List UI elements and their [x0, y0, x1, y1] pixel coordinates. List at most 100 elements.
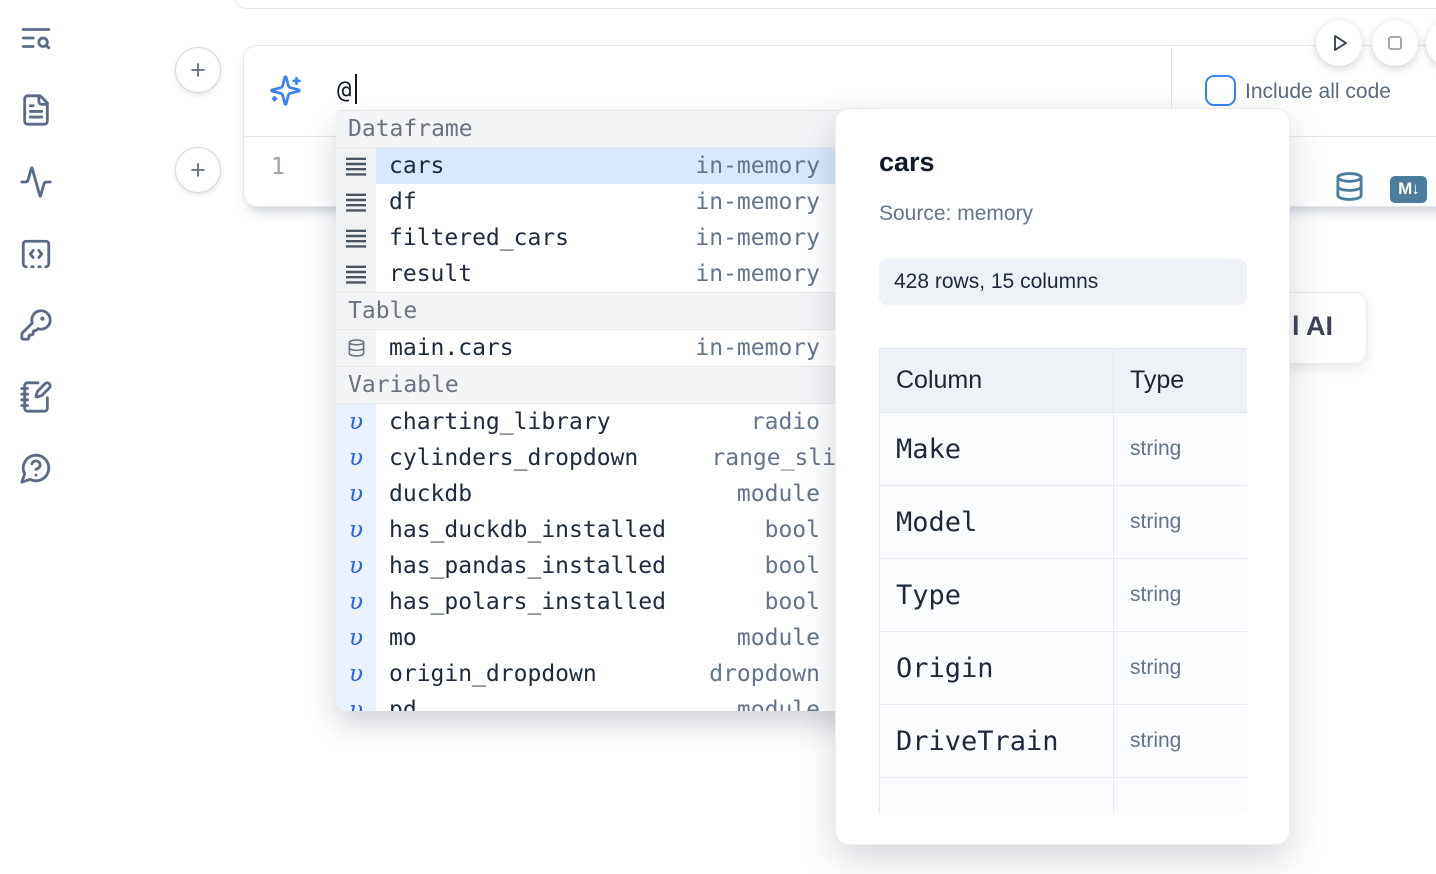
autocomplete-item-mo[interactable]: υ momodule: [336, 620, 860, 656]
autocomplete-item-has_duckdb_installed[interactable]: υ has_duckdb_installedbool: [336, 512, 860, 548]
variable-icon: υ: [336, 692, 376, 711]
autocomplete-item-cylinders_dropdown[interactable]: υcylinders_dropdownrange_sli: [336, 440, 860, 476]
schema-row: Modelstring: [880, 486, 1248, 559]
schema-header: Column: [880, 349, 1114, 413]
include-all-code-checkbox[interactable]: [1205, 75, 1236, 106]
autocomplete-item-cars[interactable]: carsin-memory: [336, 148, 860, 184]
autocomplete-item-content: filtered_carsin-memory: [376, 220, 860, 256]
ai-button-label: l AI: [1292, 311, 1333, 342]
rows-icon: [336, 148, 376, 184]
variable-icon: υ: [349, 409, 363, 435]
variable-icon: υ: [336, 440, 376, 476]
variable-icon: υ: [336, 656, 376, 692]
schema-row: Makestring: [880, 413, 1248, 486]
datasource-icon[interactable]: [1334, 171, 1365, 202]
autocomplete-item-charting_library[interactable]: υ charting_libraryradio: [336, 404, 860, 440]
popup-shape-badge: 428 rows, 15 columns: [879, 259, 1247, 305]
variable-icon: υ: [349, 589, 363, 615]
help-chat-icon[interactable]: [19, 451, 53, 485]
autocomplete-item-content: main.carsin-memory: [376, 330, 860, 366]
item-name: main.cars: [376, 335, 514, 361]
autocomplete-item-content: has_duckdb_installedbool: [376, 512, 860, 548]
ai-sparkles-icon: [269, 74, 302, 107]
autocomplete-item-filtered_cars[interactable]: filtered_carsin-memory: [336, 220, 860, 256]
add-cell-button-bottom[interactable]: +: [175, 147, 221, 193]
schema-column-type: [1114, 778, 1248, 815]
variable-icon: υ: [349, 625, 363, 651]
variable-icon: υ: [349, 481, 363, 507]
file-text-icon[interactable]: [19, 93, 53, 127]
autocomplete-item-content: charting_libraryradio: [376, 404, 860, 440]
stop-cell-button[interactable]: [1372, 20, 1418, 66]
text-search-icon[interactable]: [19, 21, 53, 55]
rows-icon: [336, 256, 376, 292]
text-caret: [355, 74, 357, 104]
autocomplete-item-content: carsin-memory: [376, 148, 860, 184]
variable-icon: υ: [336, 512, 376, 548]
activity-icon[interactable]: [19, 165, 53, 199]
autocomplete-item-has_pandas_installed[interactable]: υ has_pandas_installedbool: [336, 548, 860, 584]
rows-icon: [336, 220, 376, 256]
schema-column-name: Origin: [880, 632, 1114, 705]
autocomplete-item-content: pdmodule: [376, 692, 860, 711]
autocomplete-item-content: momodule: [376, 620, 860, 656]
autocomplete-item-origin_dropdown[interactable]: υ origin_dropdowndropdown: [336, 656, 860, 692]
item-name: duckdb: [376, 481, 472, 507]
schema-row: DriveTrainstring: [880, 705, 1248, 778]
item-name: has_pandas_installed: [376, 553, 666, 579]
item-name: cylinders_dropdown: [376, 445, 638, 471]
autocomplete-item-pd[interactable]: υ pdmodule: [336, 692, 860, 711]
autocomplete-item-content: has_pandas_installedbool: [376, 548, 860, 584]
markdown-icon[interactable]: M↓: [1390, 176, 1427, 203]
schema-row: Originstring: [880, 632, 1248, 705]
rows-icon: [336, 184, 376, 220]
snippets-code-icon[interactable]: [19, 237, 53, 271]
variable-icon: υ: [336, 584, 376, 620]
item-name: has_duckdb_installed: [376, 517, 666, 543]
autocomplete-item-content: resultin-memory: [376, 256, 860, 292]
autocomplete-item-content: has_polars_installedbool: [376, 584, 860, 620]
popup-schema-table: ColumnType MakestringModelstringTypestri…: [879, 348, 1247, 814]
schema-column-type: string: [1114, 486, 1248, 559]
variable-icon: υ: [336, 404, 376, 440]
autocomplete-item-duckdb[interactable]: υduckdbmodule: [336, 476, 860, 512]
autocomplete-item-df[interactable]: dfin-memory: [336, 184, 860, 220]
autocomplete-section-header: Table: [336, 292, 860, 330]
schema-column-name: Model: [880, 486, 1114, 559]
previous-cell: [233, 0, 1436, 9]
variable-icon: υ: [336, 476, 376, 512]
variable-icon: υ: [349, 697, 363, 711]
autocomplete-section-header: Variable: [336, 366, 860, 404]
line-number: 1: [271, 154, 285, 180]
autocomplete-item-result[interactable]: resultin-memory: [336, 256, 860, 292]
notebook-pen-icon[interactable]: [19, 380, 53, 414]
item-name: filtered_cars: [376, 225, 569, 251]
autocomplete-item-content: origin_dropdowndropdown: [376, 656, 860, 692]
autocomplete-item-has_polars_installed[interactable]: υ has_polars_installedbool: [336, 584, 860, 620]
schema-column-name: [880, 778, 1114, 815]
variable-icon: υ: [349, 553, 363, 579]
autocomplete-section-header: Dataframe: [336, 110, 860, 148]
variable-icon: υ: [336, 620, 376, 656]
autocomplete-item-main.cars[interactable]: main.carsin-memory: [336, 330, 860, 366]
key-icon[interactable]: [19, 308, 53, 342]
item-name: cars: [376, 153, 444, 179]
autocomplete-dropdown: Dataframecarsin-memorydfin-memoryfiltere…: [336, 110, 860, 711]
run-cell-button[interactable]: [1316, 20, 1362, 66]
variable-icon: υ: [349, 661, 363, 687]
schema-header: Type: [1114, 349, 1248, 413]
item-name: result: [376, 261, 472, 287]
variable-icon: υ: [349, 517, 363, 543]
item-name: df: [376, 189, 417, 215]
dataframe-preview-popup: cars Source: memory 428 rows, 15 columns…: [835, 108, 1290, 845]
autocomplete-item-content: dfin-memory: [376, 184, 860, 220]
schema-column-name: DriveTrain: [880, 705, 1114, 778]
schema-column-name: Make: [880, 413, 1114, 486]
schema-column-type: string: [1114, 559, 1248, 632]
ai-prompt-input[interactable]: @: [337, 76, 351, 104]
popup-title: cars: [879, 147, 935, 178]
add-cell-button-top[interactable]: +: [175, 47, 221, 93]
schema-row: [880, 778, 1248, 815]
schema-column-type: string: [1114, 632, 1248, 705]
variable-icon: υ: [336, 548, 376, 584]
